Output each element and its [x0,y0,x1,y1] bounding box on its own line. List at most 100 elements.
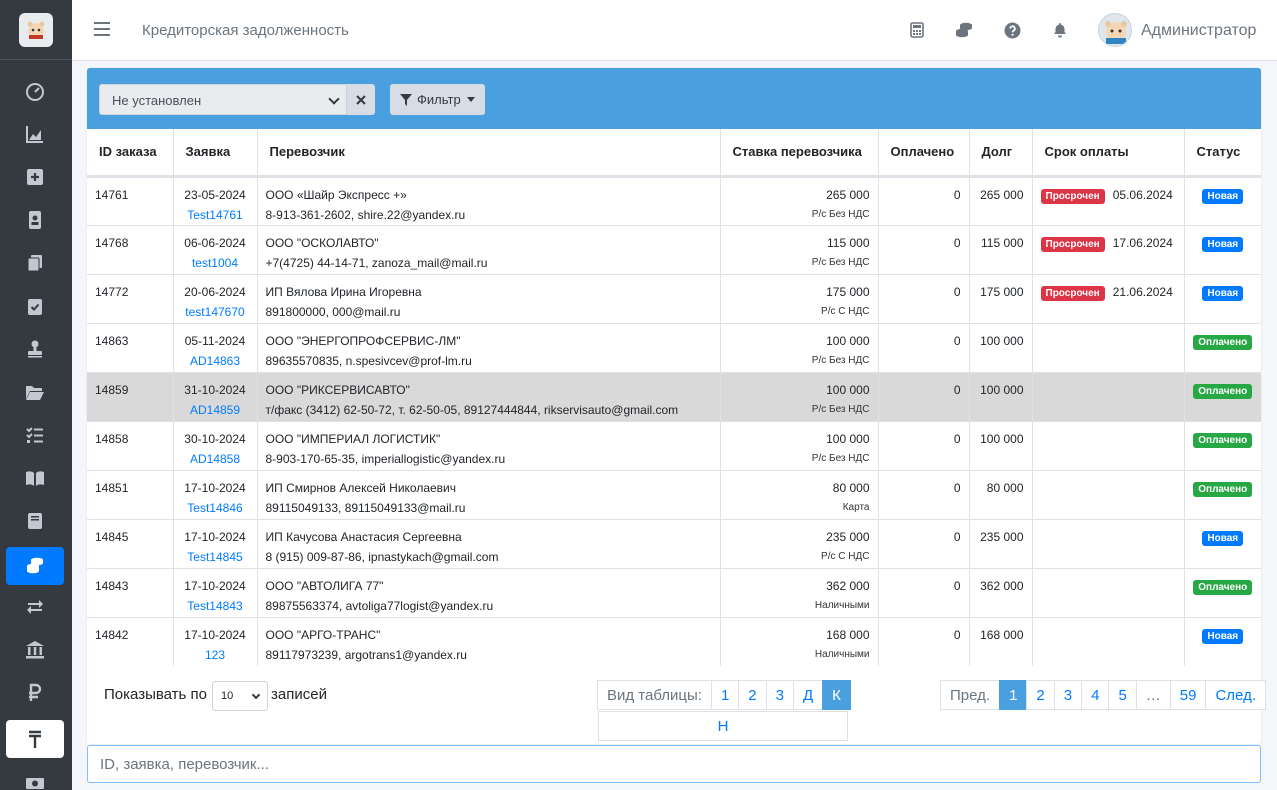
cell-status: Новая [1184,518,1261,568]
request-link[interactable]: AD14858 [182,449,249,469]
sidebar-item-tachometer[interactable] [6,72,64,110]
rate-value: 175 000 [826,284,870,299]
sidebar-item-copy[interactable] [6,244,64,282]
sidebar-item-id-badge[interactable] [6,201,64,239]
sidebar-item-ruble[interactable] [6,674,64,712]
payment-type: Наличными [814,648,870,660]
tenge-icon [29,730,41,748]
filter-button-label: Фильтр [417,92,461,107]
request-link[interactable]: 123 [182,645,249,665]
sidebar-item-book-open[interactable] [6,459,64,497]
request-link[interactable]: Test14843 [182,596,249,616]
table-row[interactable]: 14842 17-10-2024 123 ООО "АРГО-ТРАНС" 891179… [87,616,1261,666]
cell-carrier: ИП Смирнов Алексей Николаевич 89115049133… [257,469,721,519]
carrier-name: ООО "РИКСЕРВИСАВТО" [265,382,410,397]
table-row[interactable]: 14768 06-06-2024 test1004 ООО "ОСКОЛАВТО" +7… [87,224,1261,274]
pagination-page[interactable]: 5 [1108,680,1137,710]
view-option[interactable]: Д [792,680,824,710]
table-row[interactable]: 14859 31-10-2024 AD14859 ООО "РИКСЕРВИСАВТО… [87,371,1261,421]
sidebar-item-chart-area[interactable] [6,115,64,153]
tasks-icon [26,427,43,443]
view-option-n[interactable]: Н [598,711,848,741]
pagination-page[interactable]: 2 [1026,680,1055,710]
request-link[interactable]: Test14845 [182,547,249,567]
table-row[interactable]: 14761 23-05-2024 Test14761 ООО «Шайр Экспре… [87,175,1261,225]
sidebar-item-folder-open[interactable] [6,373,64,411]
request-link[interactable]: AD14859 [182,400,249,420]
bell-icon[interactable] [1050,20,1070,40]
cell-paid: 0 [878,224,970,274]
question-circle-icon[interactable] [1002,20,1022,40]
sidebar-item-coins[interactable] [6,547,64,585]
col-header-paid[interactable]: Оплачено [878,129,970,178]
pagination-page[interactable]: 1 [999,680,1028,710]
logo-icon [19,12,53,47]
cell-request: 06-06-2024 test1004 [173,224,258,274]
rate-value: 100 000 [826,382,870,397]
sidebar-item-money-bill[interactable] [6,764,64,790]
carrier-contact: 89875563374, avtoliga77logist@yandex.ru [265,598,494,613]
carrier-name: ООО «Шайр Экспресс +» [265,187,407,202]
col-header-carrier[interactable]: Перевозчик [257,129,721,178]
table-row[interactable]: 14845 17-10-2024 Test14845 ИП Качусова Анас… [87,518,1261,568]
pagination-prev[interactable]: Пред. [940,680,1001,710]
col-header-debt[interactable]: Долг [969,129,1033,178]
col-header-id[interactable]: ID заказа [87,129,174,178]
pagination-next[interactable]: След. [1205,680,1266,710]
sidebar-item-bank[interactable] [6,631,64,669]
chart-area-icon [26,126,43,143]
cell-id: 14863 [87,322,174,372]
status-badge: Новая [1202,188,1244,204]
cell-id: 14843 [87,567,174,617]
sidebar-item-clipboard-check[interactable] [6,287,64,325]
view-option[interactable]: К [822,680,851,710]
rate-value: 100 000 [826,431,870,446]
user-name[interactable]: Администратор [1141,22,1256,40]
pagination-page[interactable]: 59 [1169,680,1207,710]
pagination-page[interactable]: 3 [1053,680,1083,710]
col-header-due[interactable]: Срок оплаты [1032,129,1185,178]
clear-select-button[interactable] [347,84,375,115]
col-header-status[interactable]: Статус [1184,129,1261,178]
sidebar-item-plus-square[interactable] [6,158,64,196]
search-input[interactable]: ID, заявка, перевозчик... [87,745,1261,783]
calculator-icon[interactable] [907,20,927,40]
table-row[interactable]: 14851 17-10-2024 Test14846 ИП Смирнов Алекс… [87,469,1261,519]
rate-value: 235 000 [826,529,870,544]
request-link[interactable]: AD14863 [182,351,249,371]
cell-due [1032,371,1185,421]
sidebar-item-book[interactable] [6,502,64,540]
sidebar-item-exchange[interactable] [6,588,64,626]
status-select[interactable]: Не установлен [99,84,347,115]
table-row[interactable]: 14858 30-10-2024 AD14858 ООО "ИМПЕРИАЛ ЛОГИ… [87,420,1261,470]
carrier-contact: 891800000, 000@mail.ru [265,304,401,319]
menu-toggle-icon[interactable] [94,22,110,36]
view-option[interactable]: 3 [765,680,794,710]
view-option[interactable]: 1 [710,680,740,710]
col-header-rate[interactable]: Ставка перевозчика [720,129,879,178]
request-link[interactable]: Test14846 [182,498,249,518]
payment-type: Р/с Без НДС [811,354,870,366]
view-option[interactable]: 2 [738,680,767,710]
sidebar-item-stamp[interactable] [6,330,64,368]
payment-type: Карта [842,501,870,513]
sidebar-item-tenge[interactable] [6,720,64,758]
table-row[interactable]: 14863 05-11-2024 AD14863 ООО "ЭНЕРГОПРОФСЕР… [87,322,1261,372]
col-header-request[interactable]: Заявка [173,129,258,178]
cell-paid: 0 [878,175,970,225]
avatar[interactable] [1098,13,1132,47]
pagination-page[interactable]: 4 [1081,680,1110,710]
cell-debt: 115 000 [969,224,1033,274]
cell-carrier: ООО "ЭНЕРГОПРОФСЕРВИС-ЛМ" 89635570835, n.… [257,322,721,372]
request-link[interactable]: Test14761 [182,205,249,225]
table-row[interactable]: 14772 20-06-2024 test147670 ИП Вялова Ирина… [87,273,1261,323]
page-size-select[interactable]: 10 [212,681,268,711]
table-row[interactable]: 14843 17-10-2024 Test14843 ООО "АВТОЛИГА 77… [87,567,1261,617]
sidebar-logo[interactable] [0,0,72,60]
coins-icon[interactable] [954,20,974,40]
sidebar-item-tasks[interactable] [6,416,64,454]
request-link[interactable]: test1004 [182,253,249,273]
filter-button[interactable]: Фильтр [390,84,485,115]
cell-status: Оплачено [1184,420,1261,470]
request-link[interactable]: test147670 [182,302,249,322]
